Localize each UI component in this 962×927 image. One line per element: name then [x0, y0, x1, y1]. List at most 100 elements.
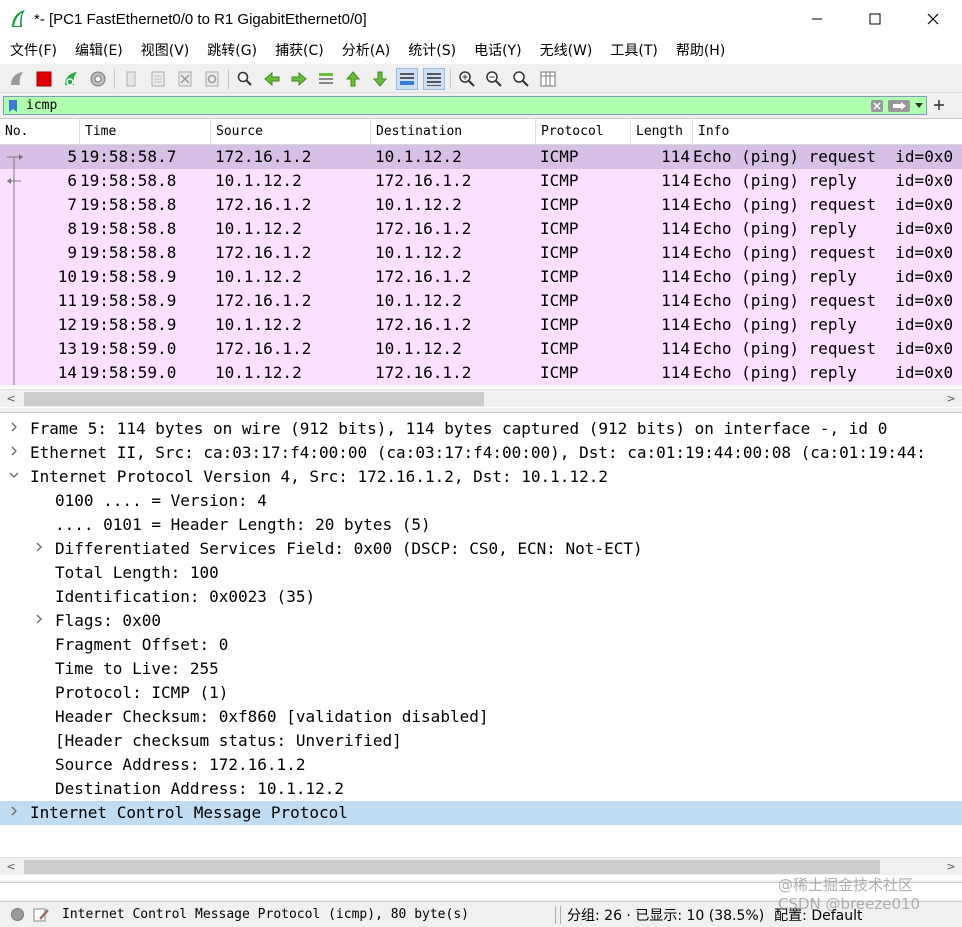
maximize-button[interactable] [846, 0, 904, 38]
bookmark-icon[interactable] [4, 98, 22, 113]
zoom-in-button[interactable] [456, 68, 478, 90]
packet-row[interactable]: 12 19:58:58.9 10.1.12.2 172.16.1.2 ICMP 114 Ec… [0, 313, 962, 337]
chevron-down-icon[interactable] [912, 98, 926, 113]
apply-filter-icon[interactable] [886, 98, 912, 113]
detail-tree-item[interactable]: Source Address: 172.16.1.2 [0, 753, 962, 777]
restart-capture-button[interactable] [60, 68, 82, 90]
packet-list-hscrollbar[interactable]: < > [0, 389, 962, 407]
zoom-out-button[interactable] [483, 68, 505, 90]
scroll-left-icon[interactable]: < [0, 390, 22, 408]
menu-wireless[interactable]: 无线(W) [534, 39, 599, 63]
packet-row[interactable]: 5 19:58:58.7 172.16.1.2 10.1.12.2 ICMP 114 Ech… [0, 145, 962, 169]
detail-tree-item[interactable]: 0100 .... = Version: 4 [0, 489, 962, 513]
detail-tree-item[interactable]: Identification: 0x0023 (35) [0, 585, 962, 609]
packet-row[interactable]: 10 19:58:58.9 10.1.12.2 172.16.1.2 ICMP 114 Ec… [0, 265, 962, 289]
stop-capture-button[interactable] [33, 68, 55, 90]
column-header-protocol[interactable]: Protocol [536, 119, 631, 145]
detail-tree-item[interactable]: Fragment Offset: 0 [0, 633, 962, 657]
detail-tree-item[interactable]: Internet Protocol Version 4, Src: 172.16… [0, 465, 962, 489]
zoom-normal-button[interactable] [510, 68, 532, 90]
auto-scroll-button[interactable] [396, 67, 418, 90]
column-header-length[interactable]: Length [631, 119, 693, 145]
detail-tree-item[interactable]: Protocol: ICMP (1) [0, 681, 962, 705]
capture-comment-icon[interactable] [33, 908, 49, 922]
packet-row[interactable]: 6 19:58:58.8 10.1.12.2 172.16.1.2 ICMP 114 Ech… [0, 169, 962, 193]
detail-tree-item[interactable]: Frame 5: 114 bytes on wire (912 bits), 1… [0, 417, 962, 441]
detail-tree-item[interactable]: Flags: 0x00 [0, 609, 962, 633]
packet-destination: 172.16.1.2 [375, 363, 472, 382]
chevron-down-icon[interactable] [7, 465, 21, 489]
go-back-icon [264, 71, 280, 86]
detail-tree-item[interactable]: Differentiated Services Field: 0x00 (DSC… [0, 537, 962, 561]
detail-tree-item[interactable]: .... 0101 = Header Length: 20 bytes (5) [0, 513, 962, 537]
go-back-button[interactable] [261, 68, 283, 90]
packet-length: 114 [661, 147, 690, 166]
detail-tree-item[interactable]: Time to Live: 255 [0, 657, 962, 681]
details-hscrollbar[interactable]: < > [0, 857, 962, 875]
go-last-button[interactable] [369, 68, 391, 90]
packet-row[interactable]: 14 19:58:59.0 10.1.12.2 172.16.1.2 ICMP 114 Ec… [0, 361, 962, 385]
go-forward-button[interactable] [288, 68, 310, 90]
configuration-profile[interactable]: 配置: Default [774, 905, 862, 925]
scroll-track[interactable] [22, 390, 940, 408]
menu-go[interactable]: 跳转(G) [201, 39, 263, 63]
detail-tree-item[interactable]: [Header checksum status: Unverified] [0, 729, 962, 753]
detail-tree-item[interactable]: Total Length: 100 [0, 561, 962, 585]
add-filter-button-icon[interactable] [932, 96, 946, 114]
detail-tree-item[interactable]: Internet Control Message Protocol [0, 801, 962, 825]
column-header-time[interactable]: Time [80, 119, 211, 145]
chevron-right-icon[interactable] [32, 537, 46, 561]
expert-info-icon[interactable] [11, 908, 24, 921]
detail-tree-item[interactable]: Destination Address: 10.1.12.2 [0, 777, 962, 801]
toolbar-separator [450, 68, 451, 89]
menu-statistics[interactable]: 统计(S) [402, 39, 462, 63]
capture-options-button[interactable] [87, 68, 109, 90]
column-header-info[interactable]: Info [693, 119, 962, 145]
packet-row[interactable]: 9 19:58:58.8 172.16.1.2 10.1.12.2 ICMP 114 Ech… [0, 241, 962, 265]
go-to-packet-button[interactable] [315, 68, 337, 90]
detail-tree-item[interactable]: Header Checksum: 0xf860 [validation disa… [0, 705, 962, 729]
menu-analyze[interactable]: 分析(A) [336, 39, 397, 63]
scroll-right-icon[interactable]: > [940, 390, 962, 408]
chevron-right-icon[interactable] [7, 417, 21, 441]
find-packet-button[interactable] [234, 68, 256, 90]
scroll-thumb[interactable] [24, 859, 880, 874]
reload-file-button[interactable] [201, 68, 223, 90]
scroll-thumb[interactable] [24, 391, 484, 406]
scroll-left-icon[interactable]: < [0, 858, 22, 876]
menu-tools[interactable]: 工具(T) [604, 39, 663, 63]
scroll-track[interactable] [22, 858, 940, 876]
packet-time: 19:58:58.9 [80, 267, 177, 286]
packet-row[interactable]: 11 19:58:58.9 172.16.1.2 10.1.12.2 ICMP 114 Ec… [0, 289, 962, 313]
resize-columns-button[interactable] [537, 68, 559, 90]
start-capture-button[interactable] [6, 68, 28, 90]
close-file-button[interactable] [174, 68, 196, 90]
close-button[interactable] [904, 0, 962, 38]
menu-telephony[interactable]: 电话(Y) [468, 39, 527, 63]
display-filter-input[interactable] [22, 97, 868, 114]
column-header-destination[interactable]: Destination [371, 119, 536, 145]
clear-filter-icon[interactable] [868, 98, 886, 113]
packet-time: 19:58:58.8 [80, 219, 177, 238]
scroll-right-icon[interactable]: > [940, 858, 962, 876]
related-packets-icon [7, 154, 23, 385]
column-header-source[interactable]: Source [211, 119, 371, 145]
detail-tree-item[interactable]: Ethernet II, Src: ca:03:17:f4:00:00 (ca:… [0, 441, 962, 465]
menu-file[interactable]: 文件(F) [4, 39, 63, 63]
packet-row[interactable]: 7 19:58:58.8 172.16.1.2 10.1.12.2 ICMP 114 Ech… [0, 193, 962, 217]
column-header-no[interactable]: No. [0, 119, 80, 145]
open-file-button[interactable] [120, 68, 142, 90]
menu-capture[interactable]: 捕获(C) [269, 39, 330, 63]
menu-help[interactable]: 帮助(H) [670, 39, 731, 63]
chevron-right-icon[interactable] [32, 609, 46, 633]
chevron-right-icon[interactable] [7, 441, 21, 465]
packet-row[interactable]: 13 19:58:59.0 172.16.1.2 10.1.12.2 ICMP 114 Ec… [0, 337, 962, 361]
colorize-button[interactable] [423, 67, 445, 90]
go-first-button[interactable] [342, 68, 364, 90]
save-file-button[interactable] [147, 68, 169, 90]
minimize-button[interactable] [788, 0, 846, 38]
menu-view[interactable]: 视图(V) [135, 39, 196, 63]
chevron-right-icon[interactable] [7, 801, 21, 825]
menu-edit[interactable]: 编辑(E) [69, 39, 129, 63]
packet-row[interactable]: 8 19:58:58.8 10.1.12.2 172.16.1.2 ICMP 114 Ech… [0, 217, 962, 241]
